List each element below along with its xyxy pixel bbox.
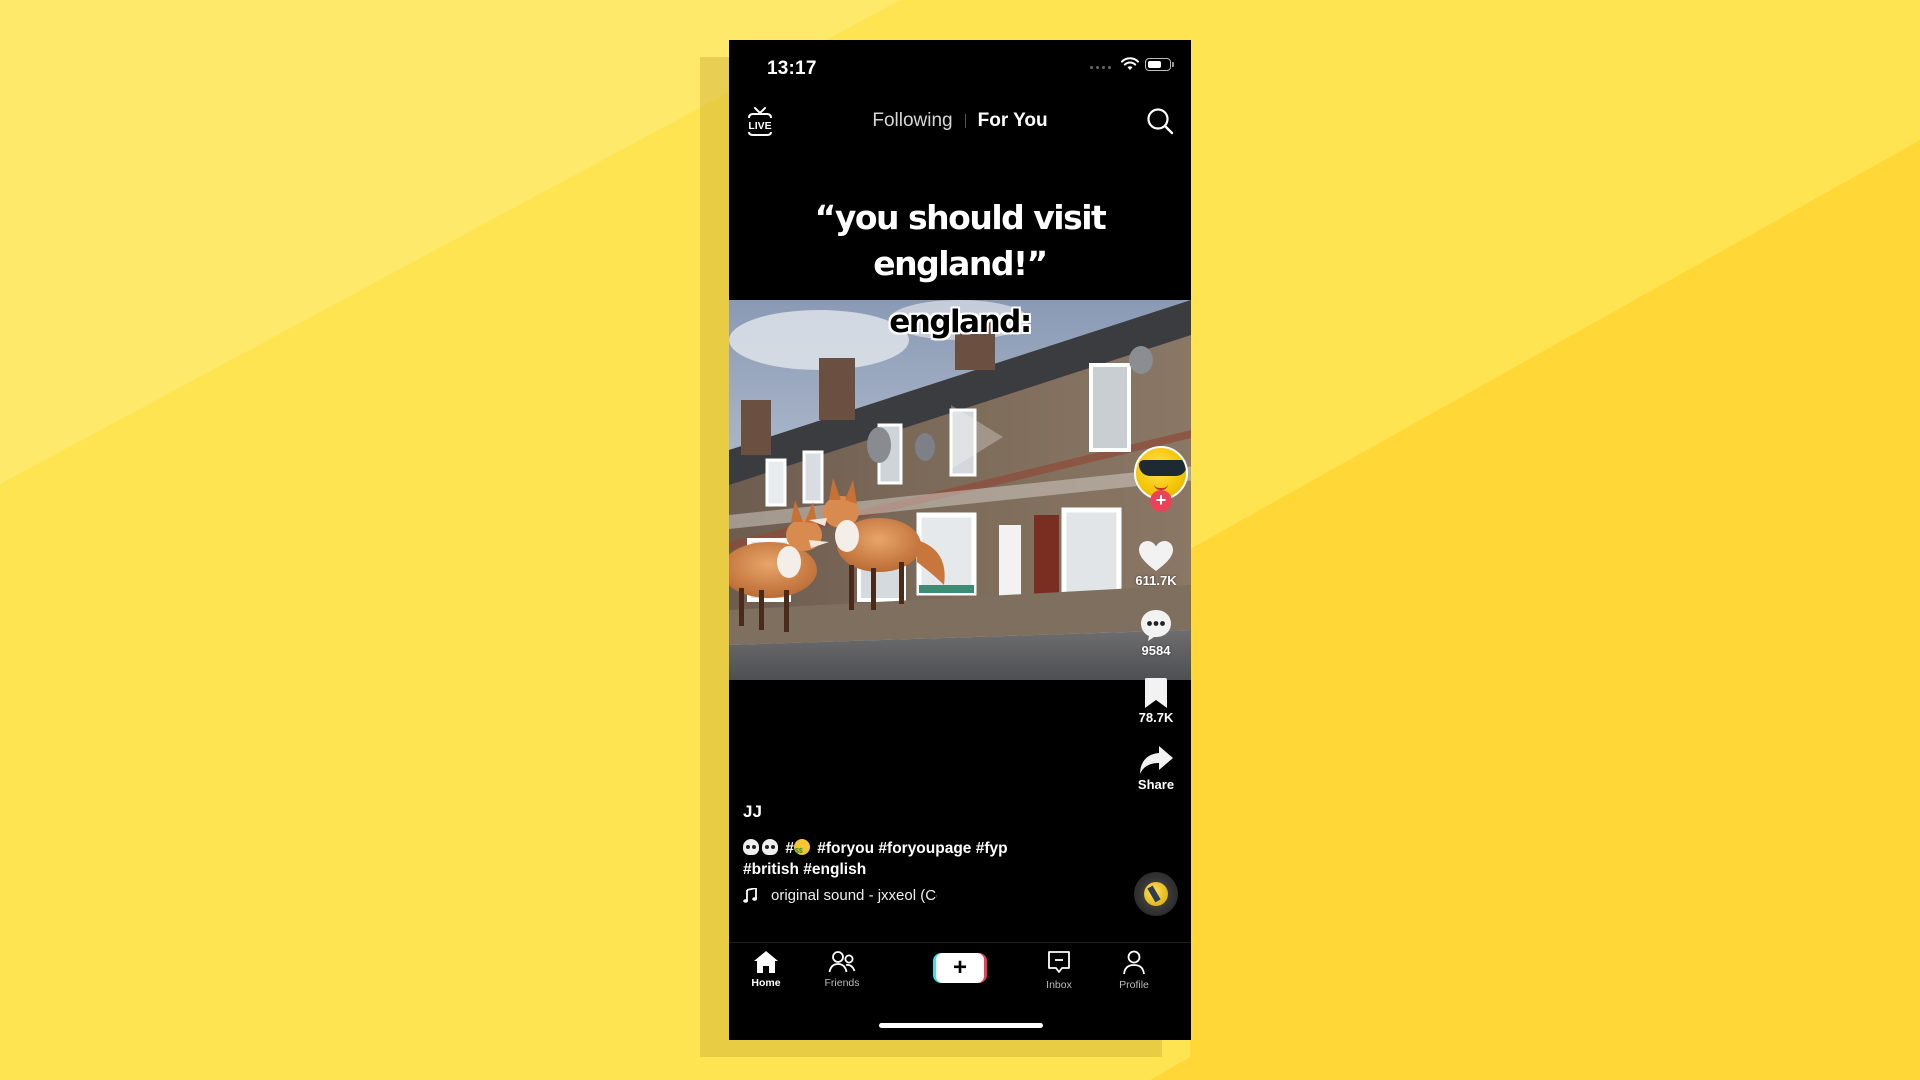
tab-separator: [964, 114, 966, 128]
share-arrow-icon: [1140, 746, 1173, 774]
disc-cover: [1144, 882, 1168, 906]
nav-profile[interactable]: Profile: [1099, 950, 1169, 991]
plus-icon: +: [1155, 490, 1167, 510]
home-indicator[interactable]: [879, 1023, 1043, 1028]
sunglasses-icon: [1139, 460, 1186, 476]
nav-inbox-label: Inbox: [1046, 979, 1072, 991]
nav-home[interactable]: Home: [731, 950, 801, 989]
comments-count: 9584: [1141, 643, 1171, 658]
comment-button[interactable]: 9584: [1121, 608, 1191, 658]
cellular-dots-icon: [1090, 60, 1111, 69]
hashtag[interactable]: #foryou: [817, 840, 874, 857]
nav-home-label: Home: [751, 977, 781, 989]
create-button[interactable]: +: [933, 953, 987, 983]
action-sidebar: + 611.7K 9584 78.7K Share: [1121, 40, 1191, 1040]
friends-icon: [828, 951, 856, 973]
hashtag[interactable]: #foryoupage: [878, 840, 971, 857]
like-button[interactable]: 611.7K: [1121, 540, 1191, 588]
sound-link[interactable]: original sound - jxxeol (Co: [743, 887, 1073, 904]
post-description: # #foryou #foryoupage #fyp #british #eng…: [743, 838, 1073, 880]
post-info: JJ # #foryou #foryoupage #fyp #british #…: [743, 802, 1073, 904]
bookmark-icon: [1145, 678, 1167, 708]
tab-for-you[interactable]: For You: [978, 110, 1048, 132]
music-note-icon: [743, 888, 757, 903]
hashtag[interactable]: #british: [743, 861, 799, 878]
follow-button[interactable]: +: [1150, 490, 1172, 512]
nav-friends-label: Friends: [824, 977, 860, 989]
nav-friends[interactable]: Friends: [807, 950, 877, 989]
comment-icon: [1141, 610, 1171, 641]
status-time: 13:17: [767, 58, 817, 79]
share-button[interactable]: Share: [1121, 744, 1191, 792]
hash-symbol: #: [785, 840, 794, 857]
phone-screen: 13:17 LIVE Following For You “you should…: [729, 40, 1191, 1040]
home-icon: [754, 951, 778, 973]
nav-inbox[interactable]: Inbox: [1024, 950, 1094, 991]
play-icon[interactable]: [951, 405, 1003, 469]
saves-count: 78.7K: [1138, 710, 1174, 725]
tab-following[interactable]: Following: [872, 110, 952, 132]
bookmark-button[interactable]: 78.7K: [1121, 677, 1191, 725]
money-mouth-emoji-icon: [793, 839, 810, 862]
share-label: Share: [1137, 777, 1175, 792]
heart-icon: [1139, 541, 1173, 571]
hashtag[interactable]: #english: [803, 861, 866, 878]
profile-icon: [1123, 950, 1145, 975]
create-plus-icon: +: [936, 953, 984, 983]
username[interactable]: JJ: [743, 802, 1073, 822]
nav-profile-label: Profile: [1119, 979, 1149, 991]
hashtag[interactable]: #fyp: [976, 840, 1008, 857]
skull-emoji-icon: [743, 839, 759, 855]
likes-count: 611.7K: [1135, 573, 1177, 588]
inbox-icon: [1048, 951, 1070, 973]
hashtag-emoji[interactable]: #: [785, 839, 813, 862]
sound-name: original sound - jxxeol (Co: [771, 887, 937, 904]
skull-emoji-icon: [762, 839, 778, 855]
music-disc-icon[interactable]: [1134, 872, 1178, 916]
